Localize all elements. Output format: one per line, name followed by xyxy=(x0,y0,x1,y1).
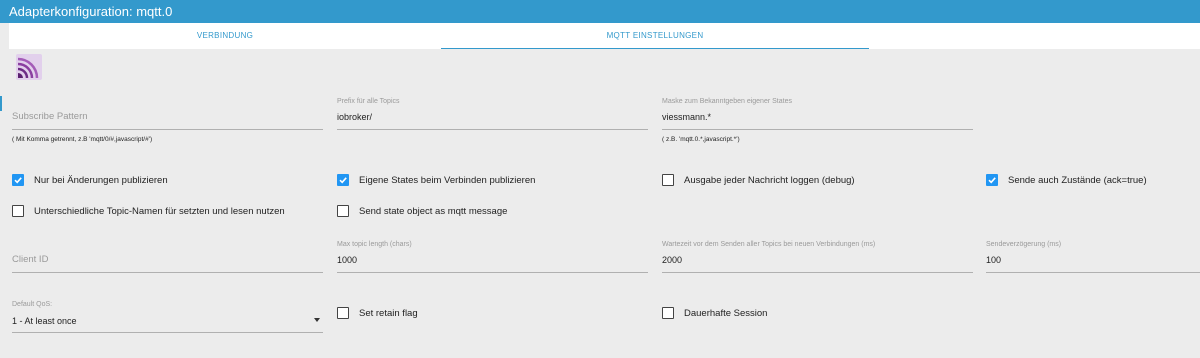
persistent-session-label: Dauerhafte Session xyxy=(684,307,768,319)
max-topic-length-field[interactable]: Max topic length (chars) 1000 xyxy=(337,241,648,281)
subscribe-pattern-field[interactable]: Subscribe Pattern ( Mit Komma getrennt, … xyxy=(12,98,323,148)
checkbox-box[interactable] xyxy=(337,307,349,319)
client-id-field[interactable]: Client ID xyxy=(12,241,323,281)
window-title: Adapterkonfiguration: mqtt.0 xyxy=(9,4,173,19)
field-underline xyxy=(662,129,973,130)
title-bar: Adapterkonfiguration: mqtt.0 xyxy=(0,0,1200,23)
default-qos-select[interactable]: Default QoS: 1 - At least once xyxy=(12,301,323,341)
checkbox-box[interactable] xyxy=(662,174,674,186)
mask-field[interactable]: Maske zum Bekanntgeben eigener States vi… xyxy=(662,98,973,148)
log-messages-checkbox[interactable]: Ausgabe jeder Nachricht loggen (debug) xyxy=(662,174,855,186)
send-state-object-checkbox[interactable]: Send state object as mqtt message xyxy=(337,205,507,217)
subscribe-pattern-placeholder: Subscribe Pattern xyxy=(12,111,88,122)
mask-label: Maske zum Bekanntgeben eigener States xyxy=(662,98,792,105)
send-ack-states-checkbox[interactable]: Sende auch Zustände (ack=true) xyxy=(986,174,1147,186)
field-underline xyxy=(337,272,648,273)
wait-time-field[interactable]: Wartezeit vor dem Senden aller Topics be… xyxy=(662,241,973,281)
check-icon xyxy=(339,177,347,184)
different-topics-checkbox[interactable]: Unterschiedliche Topic-Namen für setzten… xyxy=(12,205,285,217)
checkbox-box[interactable] xyxy=(662,307,674,319)
retain-flag-checkbox[interactable]: Set retain flag xyxy=(337,307,418,319)
tab-verbindung[interactable]: VERBINDUNG xyxy=(9,23,441,49)
field-underline xyxy=(337,129,648,130)
prefix-label: Prefix für alle Topics xyxy=(337,98,400,105)
side-indicator xyxy=(0,96,2,111)
wait-time-value: 2000 xyxy=(662,255,683,265)
publish-own-states-label: Eigene States beim Verbinden publizieren xyxy=(359,174,536,186)
field-underline xyxy=(986,272,1200,273)
send-state-object-label: Send state object as mqtt message xyxy=(359,205,508,217)
prefix-field[interactable]: Prefix für alle Topics iobroker/ xyxy=(337,98,648,138)
field-underline xyxy=(662,272,973,273)
field-underline xyxy=(12,332,323,333)
retain-flag-label: Set retain flag xyxy=(359,307,418,319)
field-underline xyxy=(12,129,323,130)
only-changes-checkbox[interactable]: Nur bei Änderungen publizieren xyxy=(12,174,168,186)
only-changes-label: Nur bei Änderungen publizieren xyxy=(34,174,168,186)
max-topic-length-value: 1000 xyxy=(337,255,358,265)
different-topics-label: Unterschiedliche Topic-Namen für setzten… xyxy=(34,205,285,217)
max-topic-length-label: Max topic length (chars) xyxy=(337,241,412,248)
persistent-session-checkbox[interactable]: Dauerhafte Session xyxy=(662,307,767,319)
mask-value: viessmann.* xyxy=(662,112,712,122)
send-ack-states-label: Sende auch Zustände (ack=true) xyxy=(1008,174,1147,186)
client-id-placeholder: Client ID xyxy=(12,254,49,265)
check-icon xyxy=(988,177,996,184)
wait-time-label: Wartezeit vor dem Senden aller Topics be… xyxy=(662,241,876,248)
field-underline xyxy=(12,272,323,273)
checkbox-box[interactable] xyxy=(986,174,998,186)
send-delay-value: 100 xyxy=(986,255,1002,265)
prefix-value: iobroker/ xyxy=(337,112,373,122)
check-icon xyxy=(14,177,22,184)
log-messages-label: Ausgabe jeder Nachricht loggen (debug) xyxy=(684,174,855,186)
send-delay-field[interactable]: Sendeverzögerung (ms) 100 xyxy=(986,241,1200,281)
tab-bar: VERBINDUNG MQTT EINSTELLUNGEN xyxy=(9,23,1200,49)
default-qos-value: 1 - At least once xyxy=(12,316,77,326)
publish-own-states-checkbox[interactable]: Eigene States beim Verbinden publizieren xyxy=(337,174,535,186)
tab-mqtt-einstellungen[interactable]: MQTT EINSTELLUNGEN xyxy=(441,23,869,49)
chevron-down-icon[interactable] xyxy=(314,318,320,322)
send-delay-label: Sendeverzögerung (ms) xyxy=(986,241,1062,248)
checkbox-box[interactable] xyxy=(337,174,349,186)
subscribe-pattern-help: ( Mit Komma getrennt, z.B 'mqtt/0/#,java… xyxy=(12,136,153,143)
checkbox-box[interactable] xyxy=(337,205,349,217)
mqtt-logo-icon xyxy=(16,54,42,80)
mask-help: ( z.B. 'mqtt.0.*,javascript.*') xyxy=(662,136,740,143)
checkbox-box[interactable] xyxy=(12,205,24,217)
default-qos-label: Default QoS: xyxy=(12,301,53,308)
checkbox-box[interactable] xyxy=(12,174,24,186)
